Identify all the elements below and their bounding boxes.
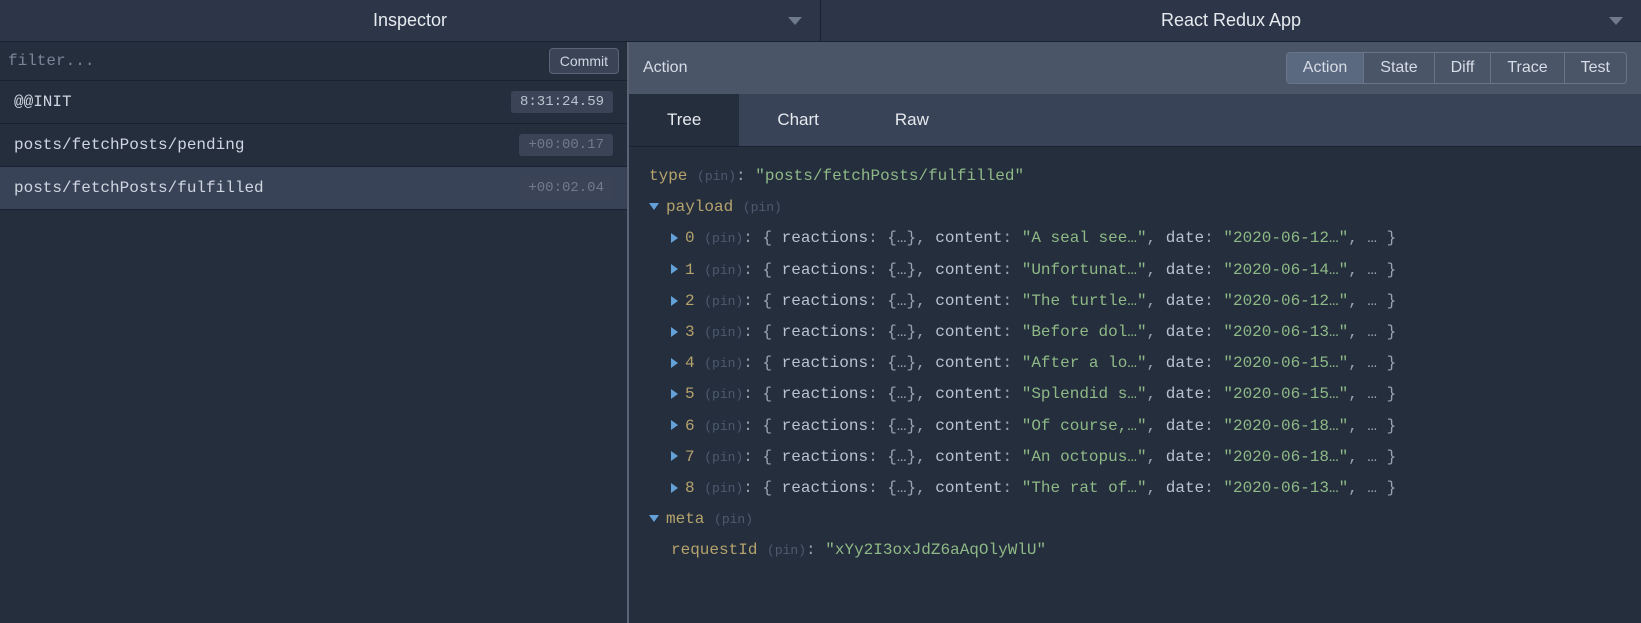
tab-action[interactable]: Action xyxy=(1287,53,1363,83)
pin-label[interactable]: (pin) xyxy=(704,450,743,465)
tab-group: ActionStateDiffTraceTest xyxy=(1286,52,1627,84)
tree-node-payload-item[interactable]: 8 (pin): { reactions: {…}, content: "The… xyxy=(649,473,1621,504)
chevron-right-icon[interactable] xyxy=(671,264,678,274)
main: Commit @@INIT 8:31:24.59 posts/fetchPosts/… xyxy=(0,42,1641,623)
tab-state[interactable]: State xyxy=(1363,53,1433,83)
action-time-badge: +00:00.17 xyxy=(519,134,613,156)
filter-input[interactable] xyxy=(8,52,549,70)
instance-selector[interactable]: React Redux App xyxy=(821,0,1641,41)
action-name: posts/fetchPosts/pending xyxy=(14,136,244,154)
subtab-chart[interactable]: Chart xyxy=(739,94,857,146)
pin-label[interactable]: (pin) xyxy=(714,512,753,527)
sub-tabs: TreeChartRaw xyxy=(629,94,1641,147)
action-time-badge: +00:02.04 xyxy=(519,177,613,199)
tree-node-payload-item[interactable]: 2 (pin): { reactions: {…}, content: "The… xyxy=(649,286,1621,317)
chevron-right-icon[interactable] xyxy=(671,389,678,399)
pin-label[interactable]: (pin) xyxy=(704,325,743,340)
inspector-selector[interactable]: Inspector xyxy=(0,0,821,41)
action-row[interactable]: @@INIT 8:31:24.59 xyxy=(0,81,627,124)
pin-label[interactable]: (pin) xyxy=(743,200,782,215)
pin-label[interactable]: (pin) xyxy=(704,419,743,434)
tree-node-payload-item[interactable]: 3 (pin): { reactions: {…}, content: "Bef… xyxy=(649,317,1621,348)
chevron-down-icon[interactable] xyxy=(649,515,659,522)
tree-node-payload-item[interactable]: 0 (pin): { reactions: {…}, content: "A s… xyxy=(649,223,1621,254)
panel-header: Action ActionStateDiffTraceTest xyxy=(629,42,1641,94)
chevron-right-icon[interactable] xyxy=(671,296,678,306)
pin-label[interactable]: (pin) xyxy=(704,294,743,309)
chevron-right-icon[interactable] xyxy=(671,327,678,337)
chevron-down-icon[interactable] xyxy=(649,203,659,210)
chevron-right-icon[interactable] xyxy=(671,420,678,430)
subtab-tree[interactable]: Tree xyxy=(629,94,739,146)
tree-node-meta-requestid[interactable]: requestId (pin): "xYy2I3oxJdZ6aAqOlyWlU" xyxy=(649,535,1621,566)
pin-label[interactable]: (pin) xyxy=(704,481,743,496)
tree-node-type[interactable]: type (pin): "posts/fetchPosts/fulfilled" xyxy=(649,161,1621,192)
chevron-right-icon[interactable] xyxy=(671,483,678,493)
tree-node-payload-item[interactable]: 1 (pin): { reactions: {…}, content: "Unf… xyxy=(649,255,1621,286)
action-list: @@INIT 8:31:24.59 posts/fetchPosts/pending… xyxy=(0,81,627,623)
chevron-right-icon[interactable] xyxy=(671,233,678,243)
panel-title: Action xyxy=(643,59,1286,77)
right-panel: Action ActionStateDiffTraceTest TreeChar… xyxy=(629,42,1641,623)
chevron-right-icon[interactable] xyxy=(671,451,678,461)
filter-row: Commit xyxy=(0,42,627,81)
commit-button[interactable]: Commit xyxy=(549,48,619,74)
tree-node-payload[interactable]: payload (pin) xyxy=(649,192,1621,223)
caret-down-icon xyxy=(788,17,802,25)
tree-view: type (pin): "posts/fetchPosts/fulfilled"… xyxy=(629,147,1641,623)
pin-label[interactable]: (pin) xyxy=(704,387,743,402)
tree-node-meta[interactable]: meta (pin) xyxy=(649,504,1621,535)
pin-label[interactable]: (pin) xyxy=(704,263,743,278)
tab-diff[interactable]: Diff xyxy=(1434,53,1491,83)
action-row[interactable]: posts/fetchPosts/pending +00:00.17 xyxy=(0,124,627,167)
subtab-raw[interactable]: Raw xyxy=(857,94,967,146)
left-panel: Commit @@INIT 8:31:24.59 posts/fetchPosts/… xyxy=(0,42,629,623)
instance-selector-label: React Redux App xyxy=(1161,10,1301,31)
inspector-selector-label: Inspector xyxy=(373,10,447,31)
tree-node-payload-item[interactable]: 7 (pin): { reactions: {…}, content: "An … xyxy=(649,442,1621,473)
tree-node-payload-item[interactable]: 5 (pin): { reactions: {…}, content: "Spl… xyxy=(649,379,1621,410)
chevron-right-icon[interactable] xyxy=(671,358,678,368)
tree-node-payload-item[interactable]: 4 (pin): { reactions: {…}, content: "Aft… xyxy=(649,348,1621,379)
pin-label[interactable]: (pin) xyxy=(697,169,736,184)
top-bar: Inspector React Redux App xyxy=(0,0,1641,42)
tab-trace[interactable]: Trace xyxy=(1490,53,1563,83)
pin-label[interactable]: (pin) xyxy=(767,543,806,558)
action-name: @@INIT xyxy=(14,93,72,111)
action-time-badge: 8:31:24.59 xyxy=(511,91,613,113)
action-name: posts/fetchPosts/fulfilled xyxy=(14,179,264,197)
tree-node-payload-item[interactable]: 6 (pin): { reactions: {…}, content: "Of … xyxy=(649,411,1621,442)
action-row[interactable]: posts/fetchPosts/fulfilled +00:02.04 xyxy=(0,167,627,210)
tab-test[interactable]: Test xyxy=(1564,53,1626,83)
pin-label[interactable]: (pin) xyxy=(704,231,743,246)
caret-down-icon xyxy=(1609,17,1623,25)
pin-label[interactable]: (pin) xyxy=(704,356,743,371)
